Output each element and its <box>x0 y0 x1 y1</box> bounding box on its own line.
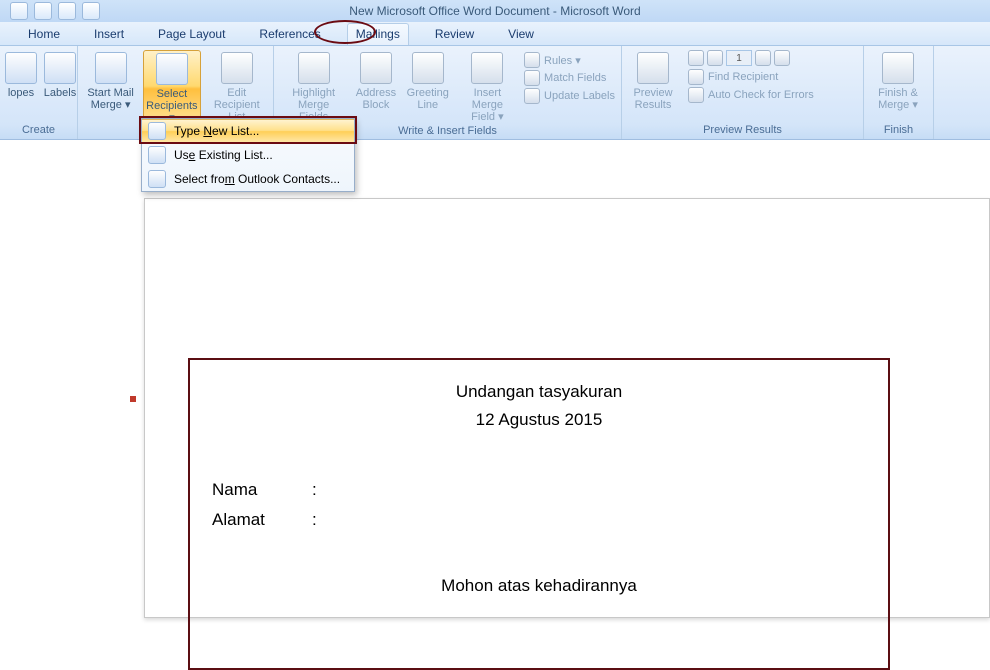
labels-button[interactable]: Labels <box>42 50 78 99</box>
outlook-contacts-icon <box>148 170 166 188</box>
nama-colon: : <box>312 480 317 500</box>
auto-check-label: Auto Check for Errors <box>708 89 814 101</box>
greeting-line-label: Greeting Line <box>407 87 449 111</box>
tab-home[interactable]: Home <box>20 24 68 45</box>
invitation-title: Undangan tasyakuran <box>212 378 866 406</box>
finish-merge-icon <box>882 52 914 84</box>
record-number-input[interactable] <box>726 50 752 66</box>
menu-type-new-list-label: Type New List... <box>174 124 259 138</box>
alamat-label: Alamat <box>212 510 312 530</box>
insert-merge-field-label: Insert Merge Field ▾ <box>459 87 516 123</box>
use-existing-list-icon <box>148 146 166 164</box>
auto-check-button[interactable]: Auto Check for Errors <box>688 87 814 103</box>
find-recipient-icon <box>688 69 704 85</box>
next-record-icon[interactable] <box>755 50 771 66</box>
match-fields-label: Match Fields <box>544 72 606 84</box>
preview-results-button[interactable]: Preview Results <box>628 50 678 111</box>
update-labels-label: Update Labels <box>544 90 615 102</box>
group-preview-label: Preview Results <box>628 122 857 137</box>
start-mail-merge-icon <box>95 52 127 84</box>
menu-select-outlook-contacts[interactable]: Select from Outlook Contacts... <box>142 167 354 191</box>
tab-references[interactable]: References <box>251 24 328 45</box>
labels-label: Labels <box>44 87 76 99</box>
nama-label: Nama <box>212 480 312 500</box>
first-record-icon[interactable] <box>688 50 704 66</box>
edit-recipient-list-icon <box>221 52 253 84</box>
select-recipients-button[interactable]: Select Recipients ▾ <box>143 50 200 125</box>
invitation-footer: Mohon atas kehadirannya <box>212 572 866 600</box>
undo-icon[interactable] <box>34 2 52 20</box>
window-title: New Microsoft Office Word Document - Mic… <box>349 4 640 18</box>
save-icon[interactable] <box>10 2 28 20</box>
update-labels-icon <box>524 88 540 104</box>
tab-insert[interactable]: Insert <box>86 24 132 45</box>
group-preview-results: Preview Results Find Recipient Auto Chec… <box>622 46 864 139</box>
prev-record-icon[interactable] <box>707 50 723 66</box>
highlight-merge-fields-button[interactable]: Highlight Merge Fields <box>280 50 347 123</box>
group-finish-label: Finish <box>870 122 927 137</box>
ribbon-tabs: Home Insert Page Layout References Maili… <box>0 22 990 46</box>
rules-button[interactable]: Rules ▾ <box>524 52 615 68</box>
highlight-icon <box>298 52 330 84</box>
auto-check-icon <box>688 87 704 103</box>
envelope-icon <box>5 52 37 84</box>
invitation-box: Undangan tasyakuran 12 Agustus 2015 Nama… <box>188 358 890 670</box>
find-recipient-button[interactable]: Find Recipient <box>688 69 814 85</box>
greeting-line-icon <box>412 52 444 84</box>
envelopes-button[interactable]: lopes <box>6 50 36 99</box>
labels-icon <box>44 52 76 84</box>
rules-icon <box>524 52 540 68</box>
start-mail-merge-button[interactable]: Start Mail Merge ▾ <box>84 50 137 111</box>
edit-recipient-list-button[interactable]: Edit Recipient List <box>207 50 267 123</box>
tab-view[interactable]: View <box>500 24 542 45</box>
find-recipient-label: Find Recipient <box>708 71 778 83</box>
menu-use-existing-list[interactable]: Use Existing List... <box>142 143 354 167</box>
qat-dropdown-icon[interactable] <box>82 2 100 20</box>
address-block-label: Address Block <box>355 87 397 111</box>
alamat-colon: : <box>312 510 317 530</box>
title-bar: New Microsoft Office Word Document - Mic… <box>0 0 990 22</box>
group-create: lopes Labels Create <box>0 46 78 139</box>
insert-merge-field-icon <box>471 52 503 84</box>
tab-page-layout[interactable]: Page Layout <box>150 24 233 45</box>
write-small-buttons: Rules ▾ Match Fields Update Labels <box>524 50 615 104</box>
menu-outlook-label: Select from Outlook Contacts... <box>174 172 340 186</box>
tab-mailings[interactable]: Mailings <box>347 23 409 45</box>
preview-results-icon <box>637 52 669 84</box>
finish-merge-button[interactable]: Finish & Merge ▾ <box>870 50 926 111</box>
address-block-icon <box>360 52 392 84</box>
group-finish: Finish & Merge ▾ Finish <box>864 46 934 139</box>
preview-results-label: Preview Results <box>630 87 676 111</box>
tab-review[interactable]: Review <box>427 24 482 45</box>
invitation-date: 12 Agustus 2015 <box>212 406 866 434</box>
match-fields-button[interactable]: Match Fields <box>524 70 615 86</box>
menu-type-new-list[interactable]: Type New List... <box>142 119 354 143</box>
finish-merge-label: Finish & Merge ▾ <box>872 87 924 111</box>
document-area: Undangan tasyakuran 12 Agustus 2015 Nama… <box>0 168 990 520</box>
start-mail-merge-label: Start Mail Merge ▾ <box>86 87 135 111</box>
redo-icon[interactable] <box>58 2 76 20</box>
update-labels-button[interactable]: Update Labels <box>524 88 615 104</box>
menu-use-existing-list-label: Use Existing List... <box>174 148 273 162</box>
insert-merge-field-button[interactable]: Insert Merge Field ▾ <box>457 50 518 123</box>
greeting-line-button[interactable]: Greeting Line <box>405 50 451 111</box>
cursor-marker <box>130 396 136 402</box>
rules-label: Rules ▾ <box>544 54 581 67</box>
envelopes-label: lopes <box>8 87 34 99</box>
select-recipients-menu: Type New List... Use Existing List... Se… <box>141 118 355 192</box>
group-create-label: Create <box>6 122 71 137</box>
last-record-icon[interactable] <box>774 50 790 66</box>
select-recipients-icon <box>156 53 188 85</box>
address-block-button[interactable]: Address Block <box>353 50 399 111</box>
record-navigation: Find Recipient Auto Check for Errors <box>684 50 814 103</box>
match-fields-icon <box>524 70 540 86</box>
type-new-list-icon <box>148 122 166 140</box>
quick-access-toolbar <box>0 2 100 20</box>
